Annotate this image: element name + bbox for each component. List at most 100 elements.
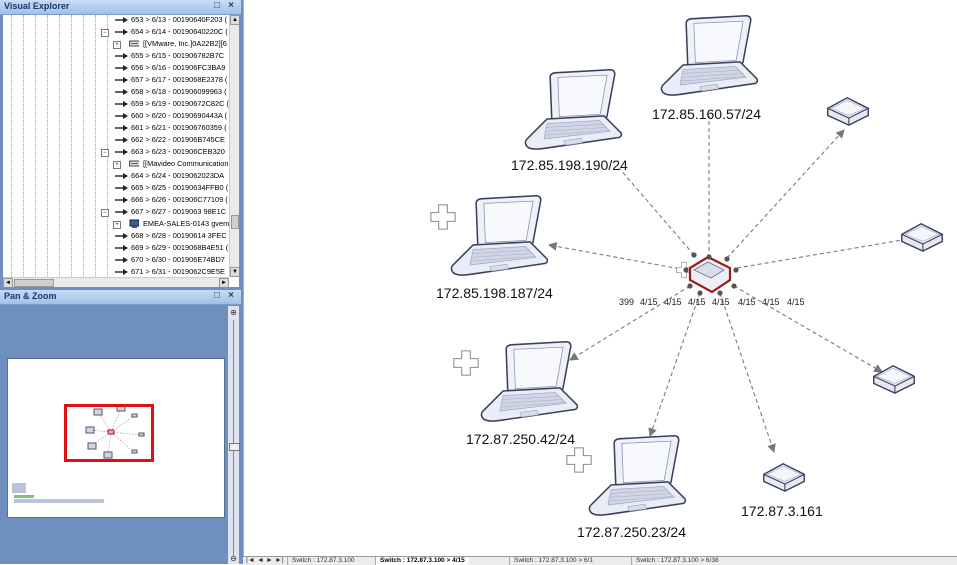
tree-row-label: 665 > 6/25 - 00190634FFB0 ( [131, 183, 229, 192]
laptop-node-icon[interactable] [450, 194, 549, 276]
switch-node-icon[interactable] [827, 97, 869, 126]
topology-canvas[interactable]: 399 4/15 4/15 4/15 4/15 4/15 4/15 4/15 1… [243, 0, 957, 556]
visual-explorer-panel: 653 > 6/13 - 00190640F203 ( − 654 > 6/14 -… [3, 15, 239, 287]
scroll-right-icon[interactable]: ► [219, 278, 229, 287]
port-arrow-icon [115, 65, 128, 71]
tree-row-label: 660 > 6/20 - 00190690443A ( [131, 111, 227, 120]
port-arrow-icon [115, 185, 128, 191]
port-arrow-icon [115, 245, 128, 251]
network-device-icon [129, 40, 139, 47]
tree-row-label: 654 > 6/14 - 00190640220C ( [131, 27, 228, 36]
tree-row-label: [[VMware, Inc.]0A22B2][6 [143, 39, 227, 48]
pan-zoom-title: Pan & Zoom [4, 291, 57, 301]
tree-row-label: 659 > 6/19 - 00190672C82C ( [131, 99, 229, 108]
zoom-out-icon[interactable]: ⊖ [229, 554, 238, 563]
zoom-slider-handle[interactable] [229, 443, 240, 451]
edge-label: 4/15 [688, 297, 706, 307]
pan-zoom-panel: ⊕ ⊖ [3, 306, 240, 564]
laptop-node-icon[interactable] [480, 340, 579, 422]
device-tree[interactable]: 653 > 6/13 - 00190640F203 ( − 654 > 6/14 -… [3, 15, 229, 277]
switch-node-icon[interactable] [901, 223, 943, 252]
laptop-node-icon[interactable] [524, 68, 623, 150]
pan-zoom-titlebar: Pan & Zoom □ × [0, 290, 241, 305]
tree-row-label: 655 > 6/15 - 001906782B7C [131, 51, 225, 60]
edge-label: 4/15 [738, 297, 756, 307]
node-ip-label: 172.87.250.42/24 [466, 431, 575, 447]
scroll-up-icon[interactable]: ▲ [230, 15, 239, 25]
overview-thumbnail[interactable] [7, 358, 225, 518]
network-device-icon [129, 160, 139, 167]
edge-label: 4/15 [640, 297, 658, 307]
tree-row-label: 669 > 6/29 - 0019068B4E51 ( [131, 243, 229, 252]
port-arrow-icon [115, 101, 128, 107]
port-arrow-icon [115, 137, 128, 143]
edge-label: 4/15 [712, 297, 730, 307]
zoom-slider[interactable]: ⊕ ⊖ [228, 306, 240, 564]
collapse-icon[interactable]: − [101, 149, 109, 157]
port-arrow-icon [115, 125, 128, 131]
node-ip-label: 172.85.198.190/24 [511, 157, 628, 173]
collapse-icon[interactable]: − [101, 209, 109, 217]
visual-explorer-titlebar: Visual Explorer □ × [0, 0, 241, 15]
scroll-thumb[interactable] [14, 279, 54, 287]
port-arrow-icon [115, 233, 128, 239]
port-arrow-icon [115, 89, 128, 95]
expand-node-icon[interactable] [566, 447, 592, 473]
tree-row-label: 662 > 6/22 - 001906B745CE [131, 135, 225, 144]
port-arrow-icon [115, 197, 128, 203]
expand-icon[interactable]: + [113, 161, 121, 169]
close-icon[interactable]: × [226, 290, 236, 301]
restore-icon[interactable]: □ [212, 290, 222, 301]
tree-row-label: 671 > 6/31 - 0019062C9E5E [131, 267, 225, 276]
port-arrow-icon [115, 17, 128, 23]
tree-row-label: 657 > 6/17 - 0019068E2378 ( [131, 75, 228, 84]
close-icon[interactable]: × [226, 0, 236, 11]
viewport-selection-rect[interactable] [64, 404, 154, 462]
restore-icon[interactable]: □ [212, 0, 222, 11]
expand-icon[interactable]: + [113, 221, 121, 229]
port-arrow-icon [115, 257, 128, 263]
tree-row-label: 666 > 6/26 - 001906C77109 ( [131, 195, 228, 204]
switch-node-icon[interactable] [763, 463, 805, 492]
zoom-in-icon[interactable]: ⊕ [229, 308, 238, 317]
expand-node-icon[interactable] [453, 350, 479, 376]
tree-row-label: 667 > 6/27 - 0019063 98E1C [131, 207, 227, 216]
tree-row-label: 658 > 6/18 - 001906099963 ( [131, 87, 227, 96]
switch-node-icon[interactable] [873, 365, 915, 394]
scroll-thumb[interactable] [231, 215, 239, 229]
port-arrow-icon [115, 269, 128, 275]
visual-explorer-title: Visual Explorer [4, 1, 70, 11]
edge-label: 4/15 [664, 297, 682, 307]
scroll-left-icon[interactable]: ◄ [3, 278, 13, 287]
scroll-down-icon[interactable]: ▼ [230, 267, 239, 277]
port-arrow-icon [115, 29, 128, 35]
tree-row-label: [[Mavideo Communication [143, 159, 229, 168]
tree-vertical-scrollbar[interactable]: ▲ ▼ [229, 15, 239, 277]
port-arrow-icon [115, 149, 128, 155]
expand-node-icon[interactable] [430, 204, 456, 230]
tree-horizontal-scrollbar[interactable]: ◄ ► [3, 277, 229, 287]
tree-row-label: EMEA-SALES-0143 gvem [143, 219, 229, 228]
node-ip-label: 172.87.250.23/24 [577, 524, 686, 540]
port-arrow-icon [115, 173, 128, 179]
tree-row-label: 653 > 6/13 - 00190640F203 ( [131, 15, 227, 24]
tree-row-label: 664 > 6/24 - 0019062023DA [131, 171, 225, 180]
tree-row-label: 661 > 6/21 - 001906760359 ( [131, 123, 227, 132]
collapse-icon[interactable]: − [101, 29, 109, 37]
port-arrow-icon [115, 209, 128, 215]
port-arrow-icon [115, 77, 128, 83]
expand-icon[interactable]: + [113, 41, 121, 49]
tree-row-label: 656 > 6/16 - 001906FC3BA9 [131, 63, 226, 72]
tree-row-label: 663 > 6/23 - 001906CEB320 [131, 147, 225, 156]
tree-row-label: 670 > 6/30 - 001906E74BD7 [131, 255, 225, 264]
node-ip-label: 172.85.160.57/24 [652, 106, 761, 122]
edge-label: 4/15 [762, 297, 780, 307]
laptop-node-icon[interactable] [588, 434, 687, 516]
port-arrow-icon [115, 113, 128, 119]
laptop-node-icon[interactable] [660, 14, 759, 96]
node-ip-label: 172.87.3.161 [741, 503, 823, 519]
center-switch-icon[interactable] [683, 252, 739, 296]
port-arrow-icon [115, 53, 128, 59]
left-dock: Visual Explorer □ × 653 > 6/13 - 0019064… [0, 0, 243, 564]
node-ip-label: 172.85.198.187/24 [436, 285, 553, 301]
